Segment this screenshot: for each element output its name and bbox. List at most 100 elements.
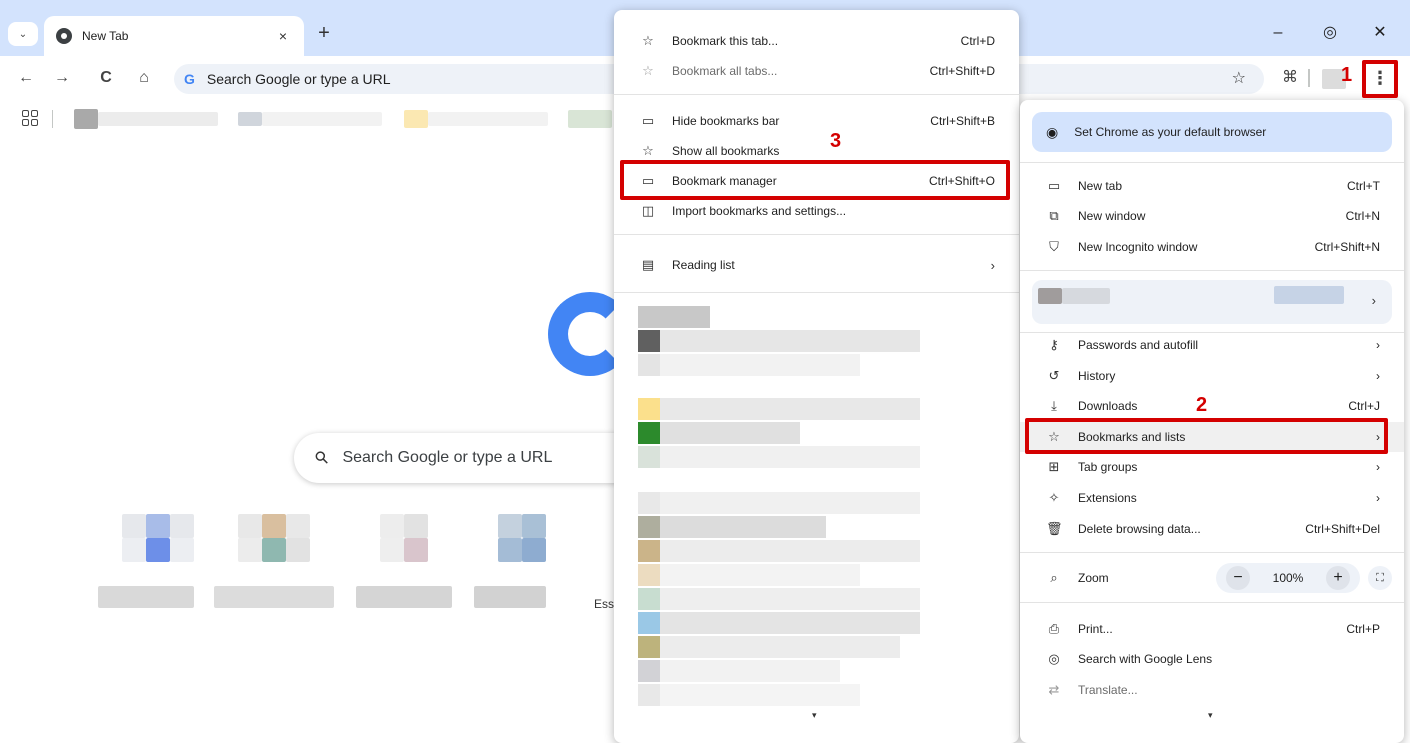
menu-item-label: Search with Google Lens [1078, 652, 1213, 666]
reading-list-icon: ▤ [641, 257, 655, 272]
star-icon: ☆ [642, 63, 654, 78]
history-icon: ↺ [1048, 368, 1060, 383]
set-default-browser-label: Set Chrome as your default browser [1074, 125, 1267, 139]
list-item[interactable] [660, 636, 900, 658]
menu-item-label: Zoom [1078, 571, 1109, 585]
bookmark-favicon[interactable] [74, 109, 98, 129]
profile-badge [1274, 286, 1344, 304]
list-item[interactable] [660, 516, 826, 538]
toolbar-divider [1308, 69, 1310, 87]
bookmark-item[interactable] [428, 112, 548, 126]
menu-item-label: Hide bookmarks bar [672, 114, 780, 128]
chevron-right-icon: › [1376, 491, 1380, 505]
list-item[interactable] [660, 422, 800, 444]
key-icon: ⚷ [1049, 337, 1059, 352]
menu-item-label: New Incognito window [1078, 240, 1198, 254]
list-item[interactable] [660, 330, 920, 352]
list-item[interactable] [660, 398, 920, 420]
set-default-browser-button[interactable]: ◉ Set Chrome as your default browser [1032, 112, 1392, 152]
zoom-control: − 100% + [1216, 563, 1360, 593]
step-number-1: 1 [1341, 64, 1353, 86]
chrome-icon: ◉ [1046, 123, 1059, 140]
close-window-button[interactable]: ✕ [1368, 22, 1392, 46]
menu-item-reading-list[interactable]: ▤ Reading list › [614, 250, 1019, 280]
menu-item-delete-browsing-data[interactable]: 🗑 Delete browsing data... Ctrl+Shift+Del [1020, 514, 1404, 544]
menu-item-bookmark-all-tabs[interactable]: ☆ Bookmark all tabs... Ctrl+Shift+D [614, 56, 1019, 86]
list-item[interactable] [660, 588, 920, 610]
puzzle-icon[interactable]: ⌘ [1280, 68, 1300, 88]
menu-item-label: New tab [1078, 179, 1123, 193]
menu-item-shortcut: Ctrl+P [1346, 622, 1380, 636]
list-item[interactable] [660, 660, 840, 682]
menu-item-translate[interactable]: ⇄ Translate... [1020, 675, 1404, 705]
menu-item-print[interactable]: ⎙ Print... Ctrl+P [1020, 614, 1404, 644]
list-item[interactable] [660, 540, 920, 562]
google-g-icon: G [184, 71, 195, 87]
list-item[interactable] [660, 564, 860, 586]
menu-item-label: Bookmark this tab... [672, 34, 779, 48]
back-icon[interactable]: ← [16, 68, 36, 88]
menu-item-history[interactable]: ↺ History › [1020, 361, 1404, 391]
menu-item-shortcut: Ctrl+T [1347, 179, 1380, 193]
menu-item-passwords-autofill[interactable]: ⚷ Passwords and autofill › [1020, 330, 1404, 360]
address-bar-placeholder: Search Google or type a URL [206, 71, 391, 87]
bookmark-item[interactable] [238, 112, 262, 126]
menu-item-new-incognito-window[interactable]: ⛉ New Incognito window Ctrl+Shift+N [1020, 232, 1404, 262]
list-item[interactable] [660, 492, 920, 514]
profile-row[interactable]: › [1032, 280, 1392, 324]
new-tab-button[interactable]: + [312, 22, 336, 46]
restore-button[interactable]: ◎ [1318, 22, 1342, 46]
tab-new-tab[interactable]: New Tab × [44, 16, 304, 56]
list-item[interactable] [660, 612, 920, 634]
menu-item-import-bookmarks[interactable]: ◫ Import bookmarks and settings... [614, 196, 1019, 226]
menu-item-label: Downloads [1078, 399, 1138, 413]
menu-item-search-google-lens[interactable]: ◎ Search with Google Lens [1020, 644, 1404, 674]
menu-item-new-tab[interactable]: ▭ New tab Ctrl+T [1020, 171, 1404, 201]
minimize-button[interactable]: – [1266, 22, 1290, 46]
scroll-down-icon[interactable]: ▾ [812, 710, 817, 721]
list-item[interactable] [638, 306, 710, 328]
list-item[interactable] [660, 446, 920, 468]
bookmarks-divider [52, 110, 53, 128]
chevron-right-icon: › [1376, 460, 1380, 474]
list-item[interactable] [660, 684, 860, 706]
incognito-icon: ⛉ [1049, 239, 1059, 254]
menu-separator [1020, 602, 1404, 603]
home-icon[interactable]: ⌂ [134, 68, 154, 88]
menu-item-shortcut: Ctrl+D [960, 34, 995, 48]
scroll-down-icon[interactable]: ▾ [1208, 710, 1213, 721]
fullscreen-icon[interactable]: ⛶ [1368, 566, 1392, 590]
menu-item-label: History [1078, 369, 1116, 383]
chevron-right-icon: › [1376, 369, 1380, 383]
menu-item-label: Bookmark all tabs... [672, 64, 778, 78]
puzzle-icon: ✧ [1048, 490, 1060, 505]
menu-item-downloads[interactable]: ⤓ Downloads Ctrl+J [1020, 391, 1404, 421]
profile-name [1062, 288, 1110, 304]
menu-separator [614, 292, 1019, 293]
menu-item-bookmark-this-tab[interactable]: ☆ Bookmark this tab... Ctrl+D [614, 26, 1019, 56]
menu-item-new-window[interactable]: ⧉ New window Ctrl+N [1020, 201, 1404, 231]
ntp-search-box[interactable]: ⚲ Search Google or type a URL [294, 433, 654, 483]
zoom-level: 100% [1272, 571, 1304, 585]
zoom-out-button[interactable]: − [1226, 566, 1250, 590]
bookmark-star-icon[interactable]: ☆ [1232, 68, 1246, 88]
apps-grid-icon[interactable] [22, 110, 38, 126]
bookmark-item[interactable] [404, 110, 428, 128]
bookmark-item[interactable] [568, 110, 612, 128]
list-item[interactable] [660, 354, 860, 376]
menu-item-label: Import bookmarks and settings... [672, 204, 847, 218]
forward-icon[interactable]: → [52, 68, 72, 88]
bookmarks-submenu: ☆ Bookmark this tab... Ctrl+D ☆ Bookmark… [614, 10, 1019, 743]
tab-search-button[interactable]: ⌄ [8, 22, 38, 46]
bookmark-item[interactable] [262, 112, 382, 126]
menu-item-tab-groups[interactable]: ⊞ Tab groups › [1020, 452, 1404, 482]
reload-icon[interactable]: C [96, 68, 116, 88]
menu-item-label: Extensions [1078, 491, 1137, 505]
menu-item-extensions[interactable]: ✧ Extensions › [1020, 483, 1404, 513]
bookmark-item[interactable] [98, 112, 218, 126]
menu-item-hide-bookmarks-bar[interactable]: ▭ Hide bookmarks bar Ctrl+Shift+B [614, 106, 1019, 136]
tab-close-icon[interactable]: × [274, 28, 292, 44]
zoom-in-button[interactable]: + [1325, 566, 1350, 590]
tab-groups-icon: ⊞ [1048, 459, 1060, 474]
new-tab-icon: ▭ [1047, 178, 1061, 193]
